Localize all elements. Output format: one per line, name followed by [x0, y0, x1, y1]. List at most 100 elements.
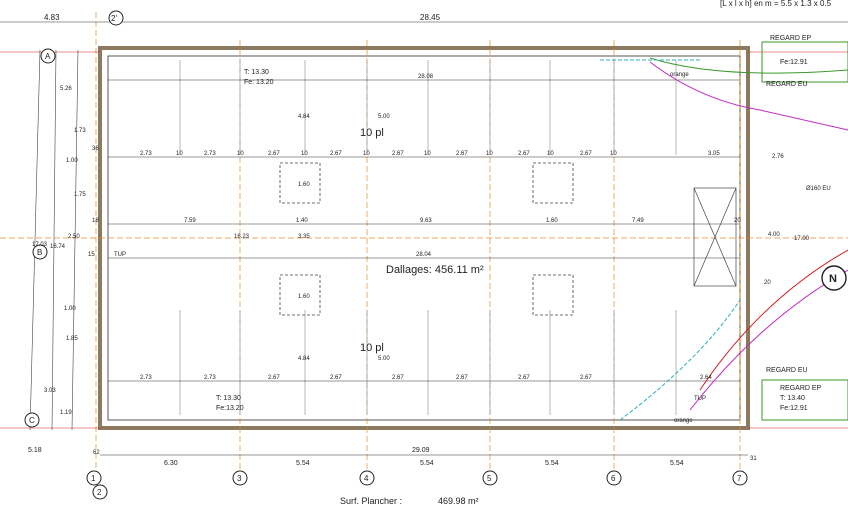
left-seg-11: 18	[92, 218, 99, 224]
left-seg-8: 3.03	[44, 388, 56, 394]
spacing-bottom-1: 2.73	[140, 375, 152, 381]
axis-3-label: 3	[237, 474, 242, 483]
spacing-bottom-6: 2.67	[456, 375, 468, 381]
bottom-small-1: 62	[93, 450, 100, 456]
utility-lines	[0, 51, 848, 429]
total-width-label: 28.45	[420, 13, 441, 22]
floor-area-value: 469.98 m²	[438, 496, 479, 506]
regard-ep-top: REGARD EP	[770, 35, 812, 42]
spacing-bottom-4: 2.67	[330, 375, 342, 381]
right-seg-3: 20	[734, 218, 741, 224]
right-seg-2: 4.00	[768, 232, 780, 238]
bottom-bay-2: 5.54	[296, 460, 310, 467]
parking-bottom-label: 10 pl	[360, 342, 384, 354]
axis-a-label: A	[45, 52, 51, 61]
left-seg-7: 1.85	[66, 336, 78, 342]
right-seg-1: 2.76	[772, 154, 784, 160]
axis-bubbles	[24, 10, 748, 500]
spacing-bottom-9: 2.64	[700, 375, 712, 381]
north-label: N	[829, 273, 837, 285]
floor-area-label: Surf. Plancher :	[340, 496, 402, 506]
spacing-top-15: 2.67	[580, 151, 592, 157]
axis-5-label: 5	[487, 474, 492, 483]
spacing-top-9: 2.67	[392, 151, 404, 157]
level-bl: T: 13.30	[216, 395, 241, 402]
level-tl2: Fe: 13.20	[244, 79, 274, 86]
axis-c-label: C	[29, 416, 35, 425]
bay-note: [L x l x h] en m = 5.5 x 1.3 x 0.5	[720, 0, 832, 8]
regard-ep-bottom: REGARD EP	[780, 385, 822, 392]
orange-label-1: orange	[670, 72, 689, 78]
mid-row-3: 9.63	[420, 218, 432, 224]
axis-1-label: 1	[91, 474, 96, 483]
bottom-left-total: 5.18	[28, 447, 42, 454]
mid-row-5: 7.49	[632, 218, 644, 224]
regard-eu-bottom: REGARD EU	[766, 367, 808, 374]
axis-2prime-label: 2'	[111, 14, 117, 23]
spacing-top-8: 10	[363, 151, 370, 157]
col-height-2: 3.35	[298, 234, 310, 240]
axis-7-label: 7	[737, 474, 742, 483]
spacing-bottom-7: 2.67	[518, 375, 530, 381]
axis-4-label: 4	[364, 474, 369, 483]
service-zones	[279, 162, 574, 316]
col-height-1: 16.23	[234, 234, 250, 240]
left-offset-label: 4.83	[44, 13, 60, 22]
spacing-top-10: 10	[424, 151, 431, 157]
spacing-top-7: 2.67	[330, 151, 342, 157]
regard-ep-bottom-fe: Fe:12.91	[780, 405, 808, 412]
bottom-bay-1: 6.30	[164, 460, 178, 467]
axis-6-label: 6	[611, 474, 616, 483]
parking-stalls-bottom	[179, 310, 677, 415]
left-overall-dim: 17.03	[32, 242, 48, 248]
left-seg-2: 1.73	[74, 128, 86, 134]
spacing-bottom-2: 2.73	[204, 375, 216, 381]
left-seg-1: 5.26	[60, 86, 72, 92]
regard-ep-top-fe: Fe:12.91	[780, 59, 808, 66]
col-height-5: 5.00	[378, 114, 390, 120]
spacing-top-14: 10	[547, 151, 554, 157]
level-tl: T: 13.30	[244, 69, 269, 76]
left-seg-6: 1.00	[64, 306, 76, 312]
spacing-top-6: 10	[301, 151, 308, 157]
bottom-bay-5: 5.54	[670, 460, 684, 467]
left-seg-5: 2.50	[68, 234, 80, 240]
spacing-bottom-3: 2.67	[268, 375, 280, 381]
col-height-3: 4.84	[298, 114, 310, 120]
spacing-top-16: 10	[610, 151, 617, 157]
spacing-bottom-8: 2.67	[580, 375, 592, 381]
col-height-4: 4.84	[298, 356, 310, 362]
parking-top-label: 10 pl	[360, 127, 384, 139]
spacing-top-12: 10	[486, 151, 493, 157]
left-axis-outline	[29, 49, 79, 431]
spacing-bottom-5: 2.67	[392, 375, 404, 381]
tup-label-2: TUP	[694, 396, 706, 402]
spacing-top-11: 2.67	[456, 151, 468, 157]
level-bl2: Fe:13.20	[216, 405, 244, 412]
right-overall-dim: 17.00	[794, 236, 810, 242]
mid-row-1: 7.59	[184, 218, 196, 224]
spacing-top-13: 2.67	[518, 151, 530, 157]
pipe-label: Ø160 EU	[806, 186, 831, 192]
left-seg-4: 1.75	[74, 192, 86, 198]
left-sub-dim: 16.74	[50, 244, 66, 250]
orange-label-2: orange	[674, 418, 693, 424]
spacing-top-4: 10	[237, 151, 244, 157]
col-height-6: 5.00	[378, 356, 390, 362]
spacing-top-3: 2.73	[204, 151, 216, 157]
regard-boxes	[761, 41, 848, 421]
regard-ep-bottom-t: T: 13.40	[780, 395, 805, 402]
mid-row-2: 1.40	[296, 218, 308, 224]
left-seg-10: 36	[92, 146, 99, 152]
bottom-bay-3: 5.54	[420, 460, 434, 467]
interior-width-top: 28.08	[418, 74, 434, 80]
dallage-area-label: Dallages: 456.11 m²	[386, 264, 484, 276]
bottom-small-2: 31	[750, 456, 757, 462]
ramp	[693, 187, 737, 287]
col-height-7: 1.60	[298, 182, 310, 188]
left-seg-3: 1.00	[66, 158, 78, 164]
mid-row-4: 1.60	[546, 218, 558, 224]
floor-plan-drawing: [L x l x h] en m = 5.5 x 1.3 x 0.5 28.45…	[0, 0, 848, 506]
spacing-top-1: 2.73	[140, 151, 152, 157]
left-seg-9: 1.19	[60, 410, 72, 416]
